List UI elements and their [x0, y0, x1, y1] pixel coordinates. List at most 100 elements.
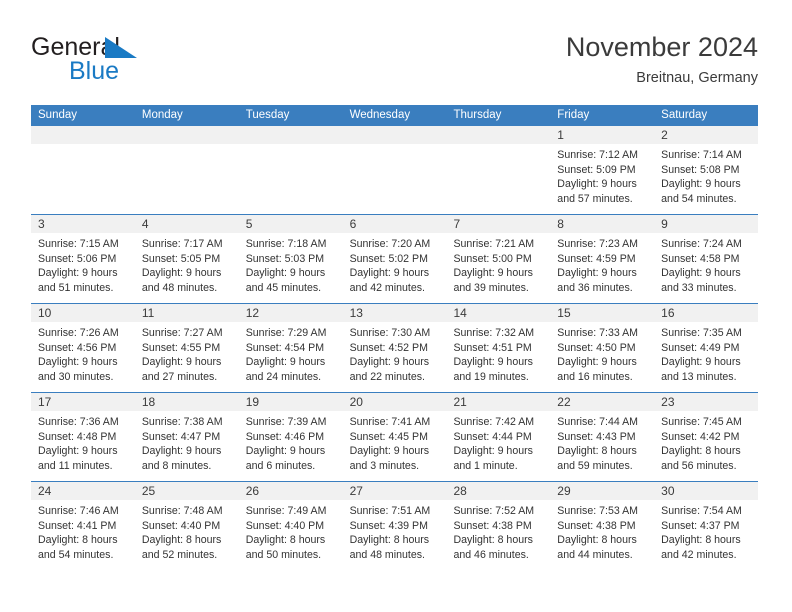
- day-details: Sunrise: 7:42 AM Sunset: 4:44 PM Dayligh…: [453, 416, 535, 472]
- day-number: 28: [453, 484, 467, 498]
- day-cell[interactable]: [134, 126, 239, 214]
- day-number: 27: [349, 484, 363, 498]
- day-details: Sunrise: 7:33 AM Sunset: 4:50 PM Dayligh…: [557, 327, 638, 383]
- day-cell[interactable]: 27 Sunrise: 7:51 AM Sunset: 4:39 PM Dayli…: [342, 482, 447, 570]
- day-number: 3: [38, 217, 45, 231]
- day-number: 5: [245, 217, 253, 231]
- weekday-header-saturday: Saturday: [661, 109, 708, 121]
- day-cell[interactable]: 20 Sunrise: 7:41 AM Sunset: 4:45 PM Dayli…: [342, 393, 447, 481]
- day-cell[interactable]: [342, 126, 447, 214]
- day-details: Sunrise: 7:54 AM Sunset: 4:37 PM Dayligh…: [661, 505, 742, 561]
- day-details: Sunrise: 7:18 AM Sunset: 5:03 PM Dayligh…: [245, 238, 327, 294]
- day-details: Sunrise: 7:24 AM Sunset: 4:58 PM Dayligh…: [661, 238, 742, 294]
- day-cell[interactable]: 4 Sunrise: 7:17 AM Sunset: 5:05 PM Daylig…: [134, 215, 239, 303]
- day-cell[interactable]: 18 Sunrise: 7:38 AM Sunset: 4:47 PM Dayli…: [134, 393, 239, 481]
- day-number: 15: [557, 306, 571, 320]
- day-cell[interactable]: 14 Sunrise: 7:32 AM Sunset: 4:51 PM Dayli…: [446, 304, 551, 392]
- day-details: [31, 144, 135, 148]
- day-details: Sunrise: 7:12 AM Sunset: 5:09 PM Dayligh…: [557, 149, 638, 205]
- day-cell[interactable]: 1 Sunrise: 7:12 AM Sunset: 5:09 PM Daylig…: [550, 126, 655, 214]
- day-number: 9: [661, 217, 668, 231]
- day-details: Sunrise: 7:27 AM Sunset: 4:55 PM Dayligh…: [141, 327, 223, 383]
- day-number: 16: [661, 306, 675, 320]
- day-number: 17: [38, 395, 52, 409]
- day-details: Sunrise: 7:23 AM Sunset: 4:59 PM Dayligh…: [557, 238, 638, 294]
- weekday-header-row: Sunday Monday Tuesday Wednesday Thursday…: [31, 105, 758, 125]
- weekday-header-thursday: Thursday: [453, 109, 502, 121]
- day-details: [135, 144, 239, 148]
- weekday-header-wednesday: Wednesday: [349, 109, 411, 121]
- day-number: 1: [557, 128, 564, 142]
- day-cell[interactable]: [31, 126, 135, 214]
- calendar-page: General Blue November 2024 Breitnau, Ger…: [0, 0, 792, 612]
- day-number: 6: [349, 217, 357, 231]
- logo-text-general: General: [31, 34, 211, 60]
- day-number: 7: [453, 217, 461, 231]
- day-cell[interactable]: [446, 126, 551, 214]
- day-cell[interactable]: 21 Sunrise: 7:42 AM Sunset: 4:44 PM Dayli…: [446, 393, 551, 481]
- day-cell[interactable]: 12 Sunrise: 7:29 AM Sunset: 4:54 PM Dayli…: [238, 304, 343, 392]
- day-cell[interactable]: 11 Sunrise: 7:27 AM Sunset: 4:55 PM Dayli…: [134, 304, 239, 392]
- page-header: General Blue November 2024 Breitnau, Ger…: [31, 30, 758, 98]
- calendar-week-row: 1 Sunrise: 7:12 AM Sunset: 5:09 PM Daylig…: [31, 125, 759, 214]
- day-cell[interactable]: 15 Sunrise: 7:33 AM Sunset: 4:50 PM Dayli…: [550, 304, 655, 392]
- day-number: 10: [38, 306, 52, 320]
- day-details: Sunrise: 7:49 AM Sunset: 4:40 PM Dayligh…: [245, 505, 327, 561]
- day-details: [239, 144, 343, 148]
- calendar-week-row: 10 Sunrise: 7:26 AM Sunset: 4:56 PM Dayli…: [31, 303, 759, 392]
- day-number: 30: [661, 484, 675, 498]
- day-number: 8: [557, 217, 564, 231]
- day-cell[interactable]: 22 Sunrise: 7:44 AM Sunset: 4:43 PM Dayli…: [550, 393, 655, 481]
- day-cell[interactable]: 23 Sunrise: 7:45 AM Sunset: 4:42 PM Dayli…: [654, 393, 759, 481]
- day-details: Sunrise: 7:39 AM Sunset: 4:46 PM Dayligh…: [245, 416, 327, 472]
- day-cell[interactable]: [238, 126, 343, 214]
- day-number: 29: [557, 484, 571, 498]
- day-cell[interactable]: 30 Sunrise: 7:54 AM Sunset: 4:37 PM Dayli…: [654, 482, 759, 570]
- day-details: Sunrise: 7:29 AM Sunset: 4:54 PM Dayligh…: [245, 327, 327, 383]
- day-details: Sunrise: 7:46 AM Sunset: 4:41 PM Dayligh…: [38, 505, 119, 561]
- day-details: Sunrise: 7:30 AM Sunset: 4:52 PM Dayligh…: [349, 327, 431, 383]
- day-cell[interactable]: 6 Sunrise: 7:20 AM Sunset: 5:02 PM Daylig…: [342, 215, 447, 303]
- day-number: 23: [661, 395, 675, 409]
- weekday-header-tuesday: Tuesday: [245, 109, 290, 121]
- day-cell[interactable]: 25 Sunrise: 7:48 AM Sunset: 4:40 PM Dayli…: [134, 482, 239, 570]
- day-details: Sunrise: 7:44 AM Sunset: 4:43 PM Dayligh…: [557, 416, 638, 472]
- day-cell[interactable]: 10 Sunrise: 7:26 AM Sunset: 4:56 PM Dayli…: [31, 304, 135, 392]
- day-number: 14: [453, 306, 467, 320]
- day-cell[interactable]: 16 Sunrise: 7:35 AM Sunset: 4:49 PM Dayli…: [654, 304, 759, 392]
- day-details: Sunrise: 7:41 AM Sunset: 4:45 PM Dayligh…: [349, 416, 431, 472]
- title-block: November 2024 Breitnau, Germany: [566, 30, 758, 88]
- day-number: 2: [661, 128, 668, 142]
- day-cell[interactable]: 13 Sunrise: 7:30 AM Sunset: 4:52 PM Dayli…: [342, 304, 447, 392]
- day-number: 19: [245, 395, 260, 409]
- day-cell[interactable]: 5 Sunrise: 7:18 AM Sunset: 5:03 PM Daylig…: [238, 215, 343, 303]
- day-details: Sunrise: 7:32 AM Sunset: 4:51 PM Dayligh…: [453, 327, 535, 383]
- day-cell[interactable]: 29 Sunrise: 7:53 AM Sunset: 4:38 PM Dayli…: [550, 482, 655, 570]
- weekday-header-friday: Friday: [557, 109, 590, 121]
- day-number: 11: [141, 306, 155, 320]
- day-cell[interactable]: 28 Sunrise: 7:52 AM Sunset: 4:38 PM Dayli…: [446, 482, 551, 570]
- day-cell[interactable]: 3 Sunrise: 7:15 AM Sunset: 5:06 PM Daylig…: [31, 215, 135, 303]
- day-cell[interactable]: 26 Sunrise: 7:49 AM Sunset: 4:40 PM Dayli…: [238, 482, 343, 570]
- day-details: Sunrise: 7:48 AM Sunset: 4:40 PM Dayligh…: [141, 505, 223, 561]
- day-details: Sunrise: 7:20 AM Sunset: 5:02 PM Dayligh…: [349, 238, 431, 294]
- day-cell[interactable]: 17 Sunrise: 7:36 AM Sunset: 4:48 PM Dayli…: [31, 393, 135, 481]
- weekday-header-monday: Monday: [141, 109, 183, 121]
- logo-blue-label: Blue: [69, 57, 120, 85]
- day-number: 13: [349, 306, 363, 320]
- day-cell[interactable]: 8 Sunrise: 7:23 AM Sunset: 4:59 PM Daylig…: [550, 215, 655, 303]
- day-cell[interactable]: 24 Sunrise: 7:46 AM Sunset: 4:41 PM Dayli…: [31, 482, 135, 570]
- day-cell[interactable]: 2 Sunrise: 7:14 AM Sunset: 5:08 PM Daylig…: [654, 126, 759, 214]
- day-number: 12: [245, 306, 260, 320]
- general-blue-logo[interactable]: General Blue: [31, 34, 211, 90]
- day-details: [343, 144, 447, 148]
- day-cell[interactable]: 19 Sunrise: 7:39 AM Sunset: 4:46 PM Dayli…: [238, 393, 343, 481]
- day-number: 25: [141, 484, 156, 498]
- day-cell[interactable]: 7 Sunrise: 7:21 AM Sunset: 5:00 PM Daylig…: [446, 215, 551, 303]
- day-details: Sunrise: 7:15 AM Sunset: 5:06 PM Dayligh…: [38, 238, 119, 294]
- day-cell[interactable]: 9 Sunrise: 7:24 AM Sunset: 4:58 PM Daylig…: [654, 215, 759, 303]
- calendar-grid: Sunday Monday Tuesday Wednesday Thursday…: [31, 105, 759, 570]
- calendar-week-row: 24 Sunrise: 7:46 AM Sunset: 4:41 PM Dayli…: [31, 481, 759, 570]
- day-number: 26: [245, 484, 260, 498]
- day-details: Sunrise: 7:17 AM Sunset: 5:05 PM Dayligh…: [141, 238, 223, 294]
